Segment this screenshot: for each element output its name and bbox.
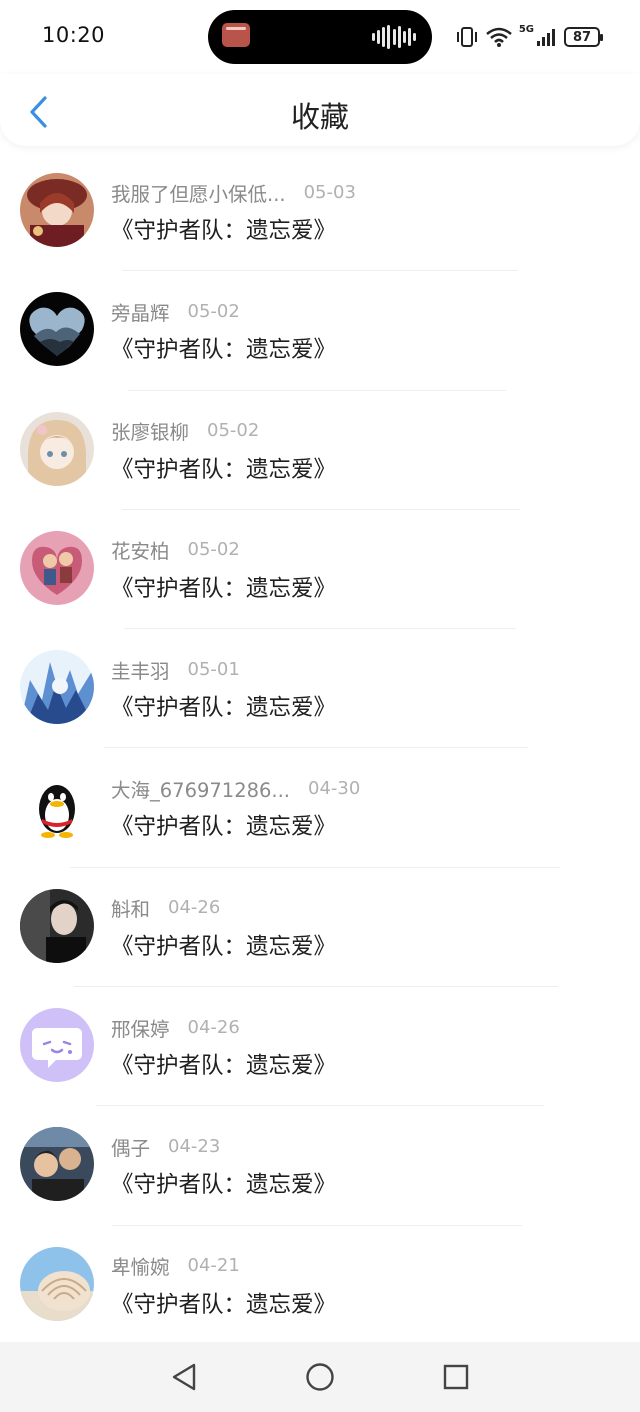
avatar[interactable] bbox=[20, 1246, 94, 1321]
favorites-list: 我服了但愿小保低... 05-03 《守护者队：遗忘爱》 旁晶辉 05-02 《… bbox=[0, 152, 640, 1345]
signal-icon bbox=[537, 29, 555, 46]
username: 张廖银柳 bbox=[111, 421, 190, 445]
username: 大海_676971286... bbox=[111, 778, 291, 802]
favorite-item[interactable]: 大海_676971286... 04-30 《守护者队：遗忘爱》 bbox=[0, 748, 640, 868]
island-app-icon bbox=[222, 23, 250, 47]
username: 偶子 bbox=[111, 1136, 151, 1160]
favorite-item[interactable]: 旁晶辉 05-02 《守护者队：遗忘爱》 bbox=[0, 271, 640, 391]
favorite-date: 05-01 bbox=[187, 658, 240, 680]
status-icons: 5G 87 bbox=[455, 24, 603, 50]
favorite-date: 05-02 bbox=[187, 539, 240, 561]
favorite-item[interactable]: 斛和 04-26 《守护者队：遗忘爱》 bbox=[0, 868, 640, 988]
favorite-title: 《守护者队：遗忘爱》 bbox=[111, 933, 337, 960]
favorite-title: 《守护者队：遗忘爱》 bbox=[111, 1053, 337, 1080]
avatar[interactable] bbox=[20, 769, 94, 844]
square-recents-icon bbox=[443, 1364, 469, 1390]
favorite-date: 04-30 bbox=[308, 777, 361, 799]
favorite-date: 05-03 bbox=[303, 181, 356, 203]
avatar[interactable] bbox=[20, 1008, 94, 1083]
username: 花安柏 bbox=[111, 540, 170, 564]
favorite-item[interactable]: 张廖银柳 05-02 《守护者队：遗忘爱》 bbox=[0, 391, 640, 510]
app-header: 收藏 bbox=[0, 74, 640, 146]
username: 卑愉婉 bbox=[111, 1256, 170, 1280]
username: 我服了但愿小保低... bbox=[111, 182, 286, 206]
username: 斛和 bbox=[111, 898, 151, 922]
favorite-title: 《守护者队：遗忘爱》 bbox=[111, 1291, 337, 1318]
avatar[interactable] bbox=[20, 1127, 94, 1202]
triangle-back-icon bbox=[172, 1363, 196, 1391]
circle-home-icon bbox=[306, 1363, 334, 1391]
favorite-item[interactable]: 邢保婷 04-26 《守护者队：遗忘爱》 bbox=[0, 987, 640, 1107]
network-type-label: 5G bbox=[518, 24, 534, 35]
favorite-date: 04-26 bbox=[168, 897, 221, 919]
favorite-item[interactable]: 卑愉婉 04-21 《守护者队：遗忘爱》 bbox=[0, 1226, 640, 1345]
page-title: 收藏 bbox=[290, 100, 349, 134]
audio-wave-icon bbox=[372, 24, 416, 50]
favorite-date: 04-23 bbox=[168, 1135, 221, 1157]
wifi-icon bbox=[486, 27, 512, 47]
avatar[interactable] bbox=[20, 411, 94, 486]
dynamic-island[interactable] bbox=[208, 10, 432, 64]
status-bar: 10:20 5G 87 bbox=[0, 0, 640, 74]
avatar[interactable] bbox=[20, 292, 94, 367]
favorite-title: 《守护者队：遗忘爱》 bbox=[111, 218, 337, 244]
favorite-title: 《守护者队：遗忘爱》 bbox=[111, 456, 337, 483]
nav-back-button[interactable] bbox=[164, 1357, 204, 1397]
avatar[interactable] bbox=[20, 530, 94, 605]
vibrate-icon bbox=[456, 27, 477, 47]
username: 旁晶辉 bbox=[111, 301, 170, 325]
status-time: 10:20 bbox=[42, 23, 106, 47]
favorite-date: 04-26 bbox=[187, 1016, 240, 1038]
avatar[interactable] bbox=[20, 650, 94, 725]
favorite-title: 《守护者队：遗忘爱》 bbox=[111, 337, 337, 364]
nav-recents-button[interactable] bbox=[436, 1357, 476, 1397]
username: 圭丰羽 bbox=[111, 659, 170, 683]
favorite-title: 《守护者队：遗忘爱》 bbox=[111, 1172, 337, 1199]
favorite-item[interactable]: 圭丰羽 05-01 《守护者队：遗忘爱》 bbox=[0, 629, 640, 749]
avatar[interactable] bbox=[20, 173, 94, 247]
favorite-title: 《守护者队：遗忘爱》 bbox=[111, 575, 337, 602]
system-nav-bar bbox=[0, 1342, 640, 1412]
favorite-item[interactable]: 花安柏 05-02 《守护者队：遗忘爱》 bbox=[0, 510, 640, 630]
favorite-item[interactable]: 我服了但愿小保低... 05-03 《守护者队：遗忘爱》 bbox=[0, 152, 640, 272]
favorite-date: 05-02 bbox=[207, 420, 260, 442]
favorite-date: 04-21 bbox=[187, 1255, 240, 1277]
battery-icon: 87 bbox=[564, 27, 603, 47]
nav-home-button[interactable] bbox=[300, 1357, 340, 1397]
avatar[interactable] bbox=[20, 888, 94, 963]
favorite-item[interactable]: 偶子 04-23 《守护者队：遗忘爱》 bbox=[0, 1106, 640, 1226]
favorite-title: 《守护者队：遗忘爱》 bbox=[111, 814, 337, 841]
favorite-title: 《守护者队：遗忘爱》 bbox=[111, 695, 337, 722]
username: 邢保婷 bbox=[111, 1017, 170, 1041]
favorite-date: 05-02 bbox=[187, 300, 240, 322]
